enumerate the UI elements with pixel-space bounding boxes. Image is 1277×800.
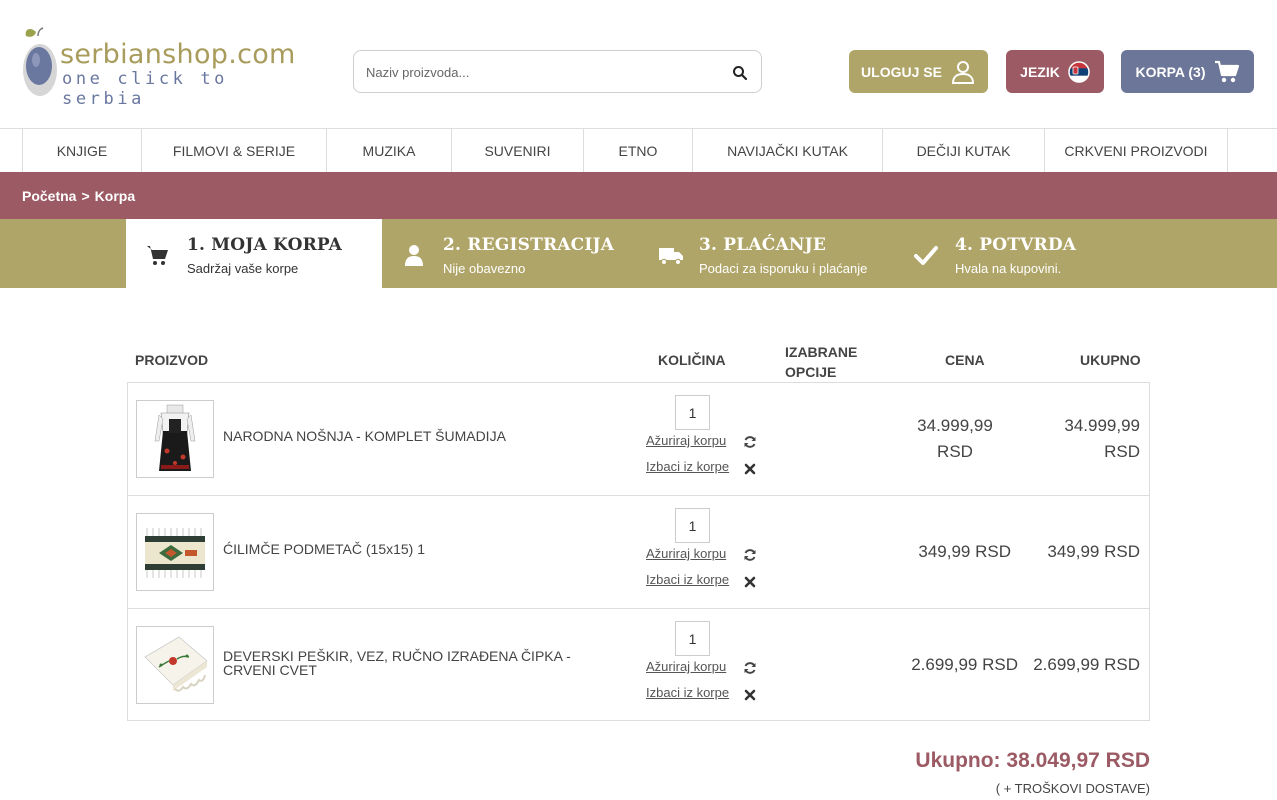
refresh-icon[interactable]	[743, 548, 757, 562]
step-subtitle: Podaci za isporuku i plaćanje	[699, 261, 868, 276]
step-title: 3. PLAĆANJE	[699, 235, 827, 255]
close-icon[interactable]	[743, 688, 757, 702]
user-icon	[951, 60, 974, 84]
column-header-product: PROIZVOD	[135, 352, 209, 368]
product-thumbnail[interactable]	[136, 400, 214, 478]
shipping-note: ( + TROŠKOVI DOSTAVE)	[995, 781, 1150, 796]
site-logo[interactable]: serbianshop.com one click to serbia	[22, 26, 295, 109]
main-navigation: KNJIGE FILMOVI & SERIJE MUZIKA SUVENIRI …	[0, 128, 1277, 173]
nav-item-filmovi-serije[interactable]: FILMOVI & SERIJE	[142, 129, 327, 173]
step-subtitle: Sadržaj vaše korpe	[187, 261, 299, 276]
search-icon[interactable]	[732, 65, 748, 81]
cart-row: NARODNA NOŠNJA - KOMPLET ŠUMADIJA Ažurir…	[128, 383, 1149, 496]
breadcrumb-home-link[interactable]: Početna	[22, 188, 76, 204]
nav-item-knjige[interactable]: KNJIGE	[22, 129, 142, 173]
search-input[interactable]	[366, 61, 716, 83]
search-box	[353, 50, 762, 93]
remove-from-cart-link[interactable]: Izbaci iz korpe	[646, 572, 729, 587]
delivery-truck-icon	[659, 248, 683, 266]
step-title: 1. MOJA KORPA	[187, 235, 343, 255]
step-subtitle: Hvala na kupovini.	[955, 261, 1062, 276]
cart-icon	[147, 246, 168, 265]
login-button[interactable]: ULOGUJ SE	[849, 50, 988, 93]
language-button[interactable]: JEZIK	[1006, 50, 1104, 93]
nav-item-crkveni-proizvodi[interactable]: CRKVENI PROIZVODI	[1045, 129, 1228, 173]
column-header-options: IZABRANE OPCIJE	[785, 344, 858, 380]
language-label: JEZIK	[1020, 63, 1060, 80]
nav-item-suveniri[interactable]: SUVENIRI	[452, 129, 584, 173]
user-icon	[405, 245, 423, 266]
nav-item-etno[interactable]: ETNO	[584, 129, 693, 173]
step-confirmation: 4. POTVRDA Hvala na kupovini.	[894, 219, 1150, 288]
step-cart: 1. MOJA KORPA Sadržaj vaše korpe	[126, 219, 382, 288]
update-cart-link[interactable]: Ažuriraj korpu	[646, 546, 726, 561]
cart-count: (3)	[1188, 63, 1206, 80]
nav-item-muzika[interactable]: MUZIKA	[327, 129, 452, 173]
quantity-input[interactable]	[675, 621, 710, 656]
product-thumbnail[interactable]	[136, 626, 214, 704]
login-label: ULOGUJ SE	[861, 63, 942, 80]
step-title: 2. REGISTRACIJA	[443, 235, 615, 255]
remove-from-cart-link[interactable]: Izbaci iz korpe	[646, 685, 729, 700]
refresh-icon[interactable]	[743, 661, 757, 675]
product-name[interactable]: DEVERSKI PEŠKIR, VEZ, RUČNO IZRAĐENA ČIP…	[223, 649, 583, 677]
folk-costume-image	[154, 404, 196, 471]
step-subtitle: Nije obavezno	[443, 261, 526, 276]
column-header-quantity: KOLIČINA	[658, 352, 726, 368]
unit-price: 2.699,99 RSD	[911, 655, 1018, 674]
quantity-input[interactable]	[675, 395, 710, 430]
line-total: 2.699,99 RSD	[1033, 655, 1140, 674]
close-icon[interactable]	[743, 575, 757, 589]
logo-tagline: one click to serbia	[62, 69, 229, 109]
cart-button[interactable]: KORPA (3)	[1121, 50, 1254, 93]
product-name[interactable]: NARODNA NOŠNJA - KOMPLET ŠUMADIJA	[223, 429, 583, 443]
close-icon[interactable]	[743, 462, 757, 476]
column-header-total: UKUPNO	[1080, 352, 1141, 368]
step-registration: 2. REGISTRACIJA Nije obavezno	[382, 219, 638, 288]
serbian-flag-icon	[1068, 60, 1090, 83]
breadcrumb-separator: >	[81, 187, 90, 204]
unit-price: 34.999,99 RSD	[917, 416, 993, 461]
embroidered-towel-image	[144, 636, 208, 692]
logo-title: serbianshop.com	[60, 39, 296, 70]
unit-price: 349,99 RSD	[918, 542, 1011, 561]
update-cart-link[interactable]: Ažuriraj korpu	[646, 433, 726, 448]
shopping-cart-icon	[1214, 60, 1239, 82]
quantity-input[interactable]	[675, 508, 710, 543]
breadcrumb: Početna > Korpa	[0, 172, 1277, 219]
cart-label: KORPA (3)	[1135, 63, 1206, 80]
cart-table: NARODNA NOŠNJA - KOMPLET ŠUMADIJA Ažurir…	[127, 382, 1150, 721]
checkout-steps: 1. MOJA KORPA Sadržaj vaše korpe 2. REGI…	[0, 219, 1277, 288]
column-header-price: CENA	[945, 352, 985, 368]
site-header: serbianshop.com one click to serbia ULOG…	[0, 0, 1277, 128]
product-thumbnail[interactable]	[136, 513, 214, 591]
refresh-icon[interactable]	[743, 435, 757, 449]
woven-rug-image	[145, 528, 205, 578]
product-name[interactable]: ĆILIMČE PODMETAČ (15x15) 1	[223, 542, 583, 556]
step-title: 4. POTVRDA	[955, 235, 1077, 255]
nav-item-navijacki-kutak[interactable]: NAVIJAČKI KUTAK	[693, 129, 883, 173]
cart-row: ĆILIMČE PODMETAČ (15x15) 1 Ažuriraj korp…	[128, 496, 1149, 609]
remove-from-cart-link[interactable]: Izbaci iz korpe	[646, 459, 729, 474]
plum-logo-icon	[23, 27, 57, 96]
checkmark-icon	[914, 246, 938, 265]
update-cart-link[interactable]: Ažuriraj korpu	[646, 659, 726, 674]
breadcrumb-current: Korpa	[94, 187, 136, 204]
cart-grand-total: Ukupno: 38.049,97 RSD	[915, 749, 1150, 772]
line-total: 349,99 RSD	[1047, 542, 1140, 561]
cart-row: DEVERSKI PEŠKIR, VEZ, RUČNO IZRAĐENA ČIP…	[128, 609, 1149, 722]
line-total: 34.999,99 RSD	[1064, 416, 1140, 461]
nav-item-deciji-kutak[interactable]: DEČIJI KUTAK	[883, 129, 1045, 173]
step-payment: 3. PLAĆANJE Podaci za isporuku i plaćanj…	[638, 219, 894, 288]
